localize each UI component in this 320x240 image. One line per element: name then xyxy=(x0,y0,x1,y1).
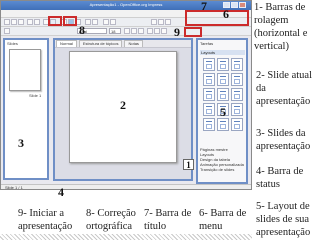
bold-icon[interactable] xyxy=(124,28,130,34)
slides-pane: Slides Slide 1 xyxy=(3,38,49,180)
legend-item-7: 7- Barra de título xyxy=(144,208,192,232)
marker-3: 3 xyxy=(18,136,24,150)
layout-option[interactable] xyxy=(217,73,229,86)
align-left-icon[interactable] xyxy=(147,28,153,34)
save-icon[interactable] xyxy=(18,19,24,25)
view-tabs: Normal Estrutura de tópicos Notas xyxy=(55,40,191,48)
marker-9: 9 xyxy=(174,25,180,39)
table-icon[interactable] xyxy=(110,19,116,25)
title-bar: Apresentação1 - OpenOffice.org Impress xyxy=(1,1,251,10)
legend-item-4: 4- Barra de status xyxy=(256,166,304,190)
font-size-select[interactable]: 18 xyxy=(109,28,121,34)
preview-icon[interactable] xyxy=(34,19,40,25)
legend-item-1: 1- Barras de rolagem (horizontal e verti… xyxy=(254,2,308,52)
slide-thumbnail-label: Slide 1 xyxy=(29,93,42,98)
legend-item-2: 2- Slide atual da apresentação xyxy=(256,70,312,107)
legend-item-6: 6- Barra de menu xyxy=(199,208,247,232)
legend-item-3: 3- Slides da apresentação xyxy=(256,128,311,152)
underline-icon[interactable] xyxy=(138,28,144,34)
window-title: Apresentação1 - OpenOffice.org Impress xyxy=(89,2,163,7)
marker-1: 1 xyxy=(183,159,194,170)
layout-option[interactable] xyxy=(217,58,229,71)
layout-option[interactable] xyxy=(203,103,215,116)
layout-option[interactable] xyxy=(203,88,215,101)
italic-icon[interactable] xyxy=(131,28,137,34)
marker-8: 8 xyxy=(79,23,85,37)
layout-option[interactable] xyxy=(231,73,243,86)
styles-icon[interactable] xyxy=(4,28,10,34)
status-slide-count: Slide 1 / 1 xyxy=(5,185,23,190)
highlight-start-presentation xyxy=(63,16,77,26)
highlight-menu-bar xyxy=(185,10,249,26)
formatting-toolbar: Arial 18 xyxy=(1,27,251,36)
highlight-scrollbar xyxy=(184,27,202,37)
marker-4: 4 xyxy=(58,185,64,199)
tab-notes[interactable]: Notas xyxy=(124,40,143,47)
print-icon[interactable] xyxy=(27,19,33,25)
align-right-icon[interactable] xyxy=(161,28,167,34)
slide-thumbnail[interactable] xyxy=(9,49,41,91)
gallery-icon[interactable] xyxy=(158,19,164,25)
redo-icon[interactable] xyxy=(92,19,98,25)
legend-item-5: 5- Layout de slides de sua apresentação xyxy=(256,201,311,238)
tasks-section-list: Páginas mestre Layouts Design da tabela … xyxy=(200,147,244,172)
tab-normal[interactable]: Normal xyxy=(56,40,77,47)
layout-option[interactable] xyxy=(217,118,229,131)
slides-pane-title: Slides xyxy=(7,41,18,46)
navigator-icon[interactable] xyxy=(151,19,157,25)
decorative-stripes xyxy=(0,234,252,240)
layout-option[interactable] xyxy=(231,58,243,71)
status-bar: Slide 1 / 1 xyxy=(1,184,251,190)
help-icon[interactable] xyxy=(165,19,171,25)
chart-icon[interactable] xyxy=(103,19,109,25)
layout-option[interactable] xyxy=(203,58,215,71)
layout-option[interactable] xyxy=(231,103,243,116)
marker-2: 2 xyxy=(120,98,126,112)
legend-item-9: 9- Iniciar a apresentação xyxy=(18,208,73,232)
highlight-spellcheck xyxy=(48,16,62,26)
marker-6: 6 xyxy=(223,7,229,21)
task-item-slide-transition[interactable]: Transição de slides xyxy=(200,167,244,172)
maximize-icon[interactable] xyxy=(231,2,238,8)
impress-window: Apresentação1 - OpenOffice.org Impress A… xyxy=(0,0,252,190)
legend-item-8: 8- Correção ortográfica xyxy=(86,208,136,232)
new-document-icon[interactable] xyxy=(4,19,10,25)
layout-option[interactable] xyxy=(231,88,243,101)
layout-option[interactable] xyxy=(231,118,243,131)
marker-5: 5 xyxy=(220,105,226,119)
layout-option[interactable] xyxy=(203,73,215,86)
align-center-icon[interactable] xyxy=(154,28,160,34)
undo-icon[interactable] xyxy=(85,19,91,25)
tab-outline[interactable]: Estrutura de tópicos xyxy=(78,40,123,47)
tasks-pane-title: Tarefas xyxy=(200,41,214,46)
layout-option[interactable] xyxy=(203,118,215,131)
close-icon[interactable] xyxy=(239,2,246,8)
layout-option[interactable] xyxy=(217,88,229,101)
marker-7: 7 xyxy=(201,0,207,13)
open-icon[interactable] xyxy=(11,19,17,25)
layouts-section-title: Layouts xyxy=(200,50,245,55)
